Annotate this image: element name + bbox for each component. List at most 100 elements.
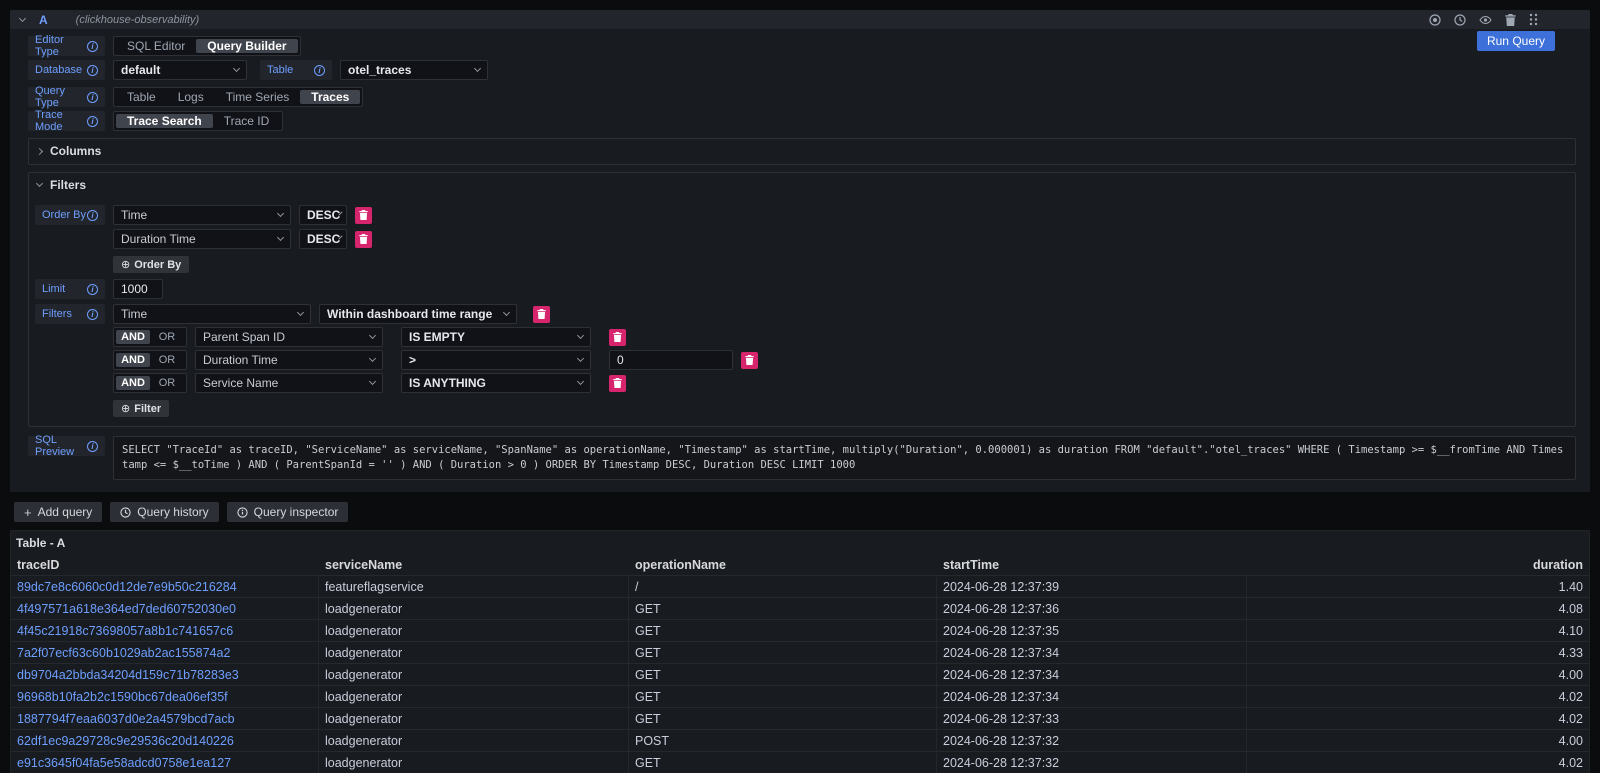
remove-filter-button[interactable] <box>741 352 758 369</box>
database-row: Database i default Table i otel_traces <box>28 60 1576 80</box>
filter-field-select[interactable]: Time <box>113 304 311 324</box>
trace-id-link[interactable]: 1887794f7eaa6037d0e2a4579bcd7acb <box>17 712 235 726</box>
order-by-field-select[interactable]: Time <box>113 205 291 225</box>
info-icon[interactable]: i <box>87 309 98 320</box>
column-header-operationname[interactable]: operationName <box>629 558 937 572</box>
info-icon[interactable]: i <box>314 65 325 76</box>
duration-cell: 4.00 <box>1247 730 1589 751</box>
and-option[interactable]: AND <box>116 353 150 367</box>
filter-operator-select[interactable]: Within dashboard time range <box>319 304 517 324</box>
and-option[interactable]: AND <box>116 330 150 344</box>
query-inspector-button[interactable]: Query inspector <box>227 502 349 522</box>
duration-cell: 4.02 <box>1247 686 1589 707</box>
duration-cell: 4.00 <box>1247 664 1589 685</box>
remove-filter-button[interactable] <box>609 329 626 346</box>
table-select[interactable]: otel_traces <box>340 60 488 80</box>
operation-name-cell: GET <box>629 620 937 641</box>
trace-id-link[interactable]: 62df1ec9a29728c9e29536c20d140226 <box>17 734 234 748</box>
info-icon[interactable]: i <box>87 116 98 127</box>
filter-condition-row: AND OR Service Name IS ANYTHING <box>35 373 1569 393</box>
plus-circle-icon: ⊕ <box>121 402 130 415</box>
filter-time-row: Filters i Time Within dashboard time ran… <box>35 304 1569 324</box>
trace-id-link[interactable]: 96968b10fa2b2c1590bc67dea06ef35f <box>17 690 228 704</box>
operation-name-cell: GET <box>629 664 937 685</box>
and-or-toggle: AND OR <box>113 327 187 347</box>
add-order-by-button[interactable]: ⊕ Order By <box>113 256 189 273</box>
trace-id-link[interactable]: e91c3645f04fa5e58adcd0758e1ea127 <box>17 756 231 770</box>
info-icon[interactable]: i <box>87 92 98 103</box>
trace-id-link[interactable]: 4f497571a618e364ed7ded60752030e0 <box>17 602 236 616</box>
add-query-button[interactable]: + Add query <box>14 502 102 522</box>
trace-mode-row: Trace Mode i Trace Search Trace ID <box>28 111 1576 131</box>
filter-field-select[interactable]: Service Name <box>195 373 383 393</box>
trace-mode-trace-id[interactable]: Trace ID <box>213 114 281 128</box>
or-option[interactable]: OR <box>150 353 184 367</box>
collapse-query-icon[interactable] <box>19 14 26 21</box>
filter-operator-select[interactable]: > <box>401 350 591 370</box>
query-type-table[interactable]: Table <box>116 90 167 104</box>
query-type-logs[interactable]: Logs <box>167 90 215 104</box>
column-header-servicename[interactable]: serviceName <box>319 558 629 572</box>
and-option[interactable]: AND <box>116 376 150 390</box>
eye-icon[interactable] <box>1479 14 1492 26</box>
editor-type-query-builder[interactable]: Query Builder <box>196 39 297 53</box>
chevron-down-icon <box>277 210 284 217</box>
record-icon[interactable] <box>1429 14 1441 26</box>
chevron-down-icon <box>233 65 240 72</box>
filter-field-select[interactable]: Parent Span ID <box>195 327 383 347</box>
query-footer-actions: + Add query Query history Query inspecto… <box>14 502 1600 522</box>
add-filter-button[interactable]: ⊕ Filter <box>113 400 169 417</box>
service-name-cell: loadgenerator <box>319 620 629 641</box>
trace-mode-trace-search[interactable]: Trace Search <box>116 114 213 128</box>
drag-handle-icon[interactable] <box>1529 13 1538 26</box>
order-by-direction-select[interactable]: DESC <box>299 229 347 249</box>
query-type-traces[interactable]: Traces <box>300 90 360 104</box>
editor-type-toggle: SQL Editor Query Builder <box>113 36 301 56</box>
column-header-duration[interactable]: duration <box>1247 558 1589 572</box>
or-option[interactable]: OR <box>150 376 184 390</box>
filter-value-input[interactable] <box>609 350 733 370</box>
info-circle-icon <box>237 507 248 518</box>
filters-section-header[interactable]: Filters <box>35 177 1569 193</box>
trash-icon[interactable] <box>1505 14 1516 26</box>
remove-order-by-button[interactable] <box>355 231 372 248</box>
remove-filter-button[interactable] <box>533 306 550 323</box>
info-icon[interactable]: i <box>87 41 98 52</box>
info-icon[interactable]: i <box>87 441 98 452</box>
column-header-starttime[interactable]: startTime <box>937 558 1247 572</box>
service-name-cell: loadgenerator <box>319 642 629 663</box>
remove-filter-button[interactable] <box>609 375 626 392</box>
filter-field-select[interactable]: Duration Time <box>195 350 383 370</box>
filter-operator-select[interactable]: IS ANYTHING <box>401 373 591 393</box>
history-icon[interactable] <box>1454 14 1466 26</box>
plus-icon: + <box>24 505 32 520</box>
trace-id-link[interactable]: 7a2f07ecf63c60b1029ab2ac155874a2 <box>17 646 230 660</box>
add-order-by-row: ⊕ Order By <box>35 256 1569 273</box>
remove-order-by-button[interactable] <box>355 207 372 224</box>
columns-section-header[interactable]: Columns <box>35 143 1569 159</box>
info-icon[interactable]: i <box>87 65 98 76</box>
trace-id-link[interactable]: db9704a2bbda34204d159c71b78283e3 <box>17 668 239 682</box>
trash-icon <box>745 355 754 365</box>
or-option[interactable]: OR <box>150 330 184 344</box>
query-type-time-series[interactable]: Time Series <box>215 90 301 104</box>
info-icon[interactable]: i <box>87 210 98 221</box>
filter-operator-select[interactable]: IS EMPTY <box>401 327 591 347</box>
trace-id-link[interactable]: 4f45c21918c73698057a8b1c741657c6 <box>17 624 233 638</box>
editor-type-sql-editor[interactable]: SQL Editor <box>116 39 196 53</box>
order-by-direction-select[interactable]: DESC <box>299 205 347 225</box>
columns-section: Columns <box>28 138 1576 165</box>
query-row-header[interactable]: A (clickhouse-observability) <box>10 10 1590 29</box>
limit-input[interactable] <box>113 279 163 299</box>
chevron-down-icon <box>474 65 481 72</box>
trace-id-link[interactable]: 89dc7e8c6060c0d12de7e9b50c216284 <box>17 580 237 594</box>
query-history-button[interactable]: Query history <box>110 502 218 522</box>
order-by-field-select[interactable]: Duration Time <box>113 229 291 249</box>
duration-cell: 4.33 <box>1247 642 1589 663</box>
start-time-cell: 2024-06-28 12:37:35 <box>937 620 1247 641</box>
database-select[interactable]: default <box>113 60 247 80</box>
info-icon[interactable]: i <box>87 284 98 295</box>
service-name-cell: loadgenerator <box>319 730 629 751</box>
table-row: 1887794f7eaa6037d0e2a4579bcd7acb loadgen… <box>11 707 1589 729</box>
column-header-traceid[interactable]: traceID <box>11 558 319 572</box>
